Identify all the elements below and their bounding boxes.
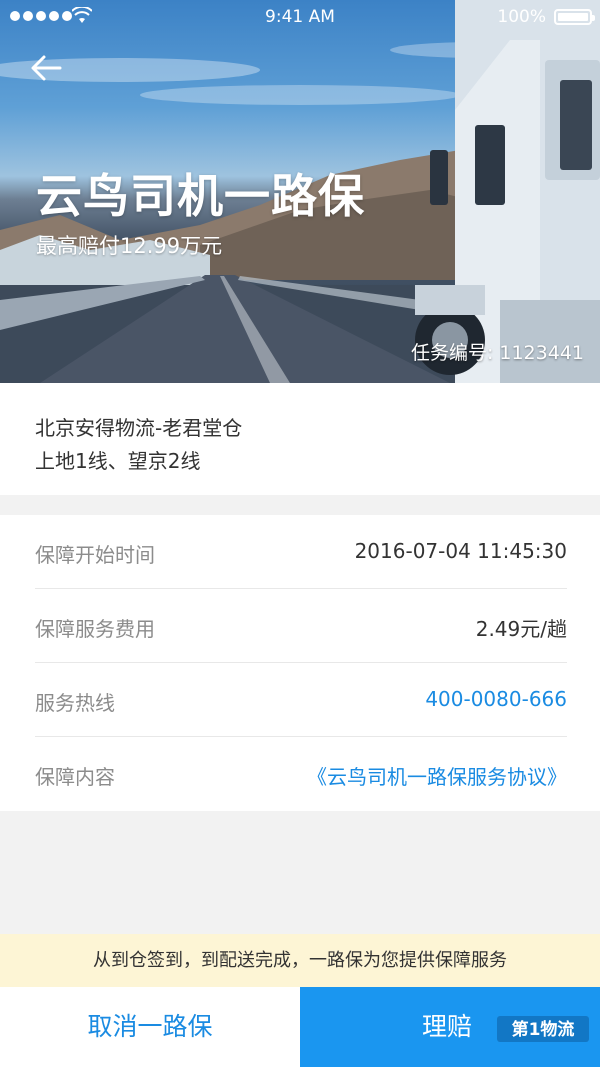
detail-label: 保障内容 <box>35 765 115 789</box>
route-lines: 上地1线、望京2线 <box>35 449 201 473</box>
page-title: 云鸟司机一路保 <box>36 169 365 223</box>
service-agreement-link[interactable]: 《云鸟司机一路保服务协议》 <box>307 761 567 790</box>
coverage-details: 保障开始时间 2016-07-04 11:45:30 保障服务费用 2.49元/… <box>0 515 600 811</box>
watermark-logo: 第1物流 <box>497 1016 589 1042</box>
back-arrow-icon[interactable] <box>28 52 64 88</box>
coverage-notice: 从到仓签到，到配送完成，一路保为您提供保障服务 <box>0 934 600 987</box>
route-card: 北京安得物流-老君堂仓 上地1线、望京2线 <box>0 383 600 495</box>
hotline-link[interactable]: 400-0080-666 <box>425 687 567 711</box>
task-number: 任务编号: 1123441 <box>410 342 584 364</box>
cancel-coverage-button[interactable]: 取消一路保 <box>0 987 300 1067</box>
detail-value: 2.49元/趟 <box>475 617 567 641</box>
battery-percent: 100% <box>497 7 546 27</box>
max-compensation-text: 最高赔付12.99万元 <box>36 234 223 258</box>
detail-value: 2016-07-04 11:45:30 <box>354 539 567 563</box>
svg-text:第1物流: 第1物流 <box>512 1019 575 1040</box>
detail-row-start-time: 保障开始时间 2016-07-04 11:45:30 <box>35 515 567 589</box>
detail-label: 服务热线 <box>35 691 115 715</box>
detail-row-service-fee: 保障服务费用 2.49元/趟 <box>35 589 567 663</box>
hero-banner: 9:41 AM 100% 云鸟司机一路保 最高赔付12.99万元 任务编号: 1… <box>0 0 600 383</box>
detail-label: 保障开始时间 <box>35 543 155 567</box>
detail-row-hotline: 服务热线 400-0080-666 <box>35 663 567 737</box>
route-warehouse: 北京安得物流-老君堂仓 <box>35 416 243 440</box>
battery-icon <box>554 9 595 25</box>
claim-button[interactable]: 理赔 第1物流 <box>300 987 600 1067</box>
detail-label: 保障服务费用 <box>35 617 155 641</box>
detail-row-coverage-content: 保障内容 《云鸟司机一路保服务协议》 <box>35 737 567 811</box>
status-bar: 9:41 AM 100% <box>0 0 600 34</box>
claim-button-label: 理赔 <box>422 1012 473 1041</box>
